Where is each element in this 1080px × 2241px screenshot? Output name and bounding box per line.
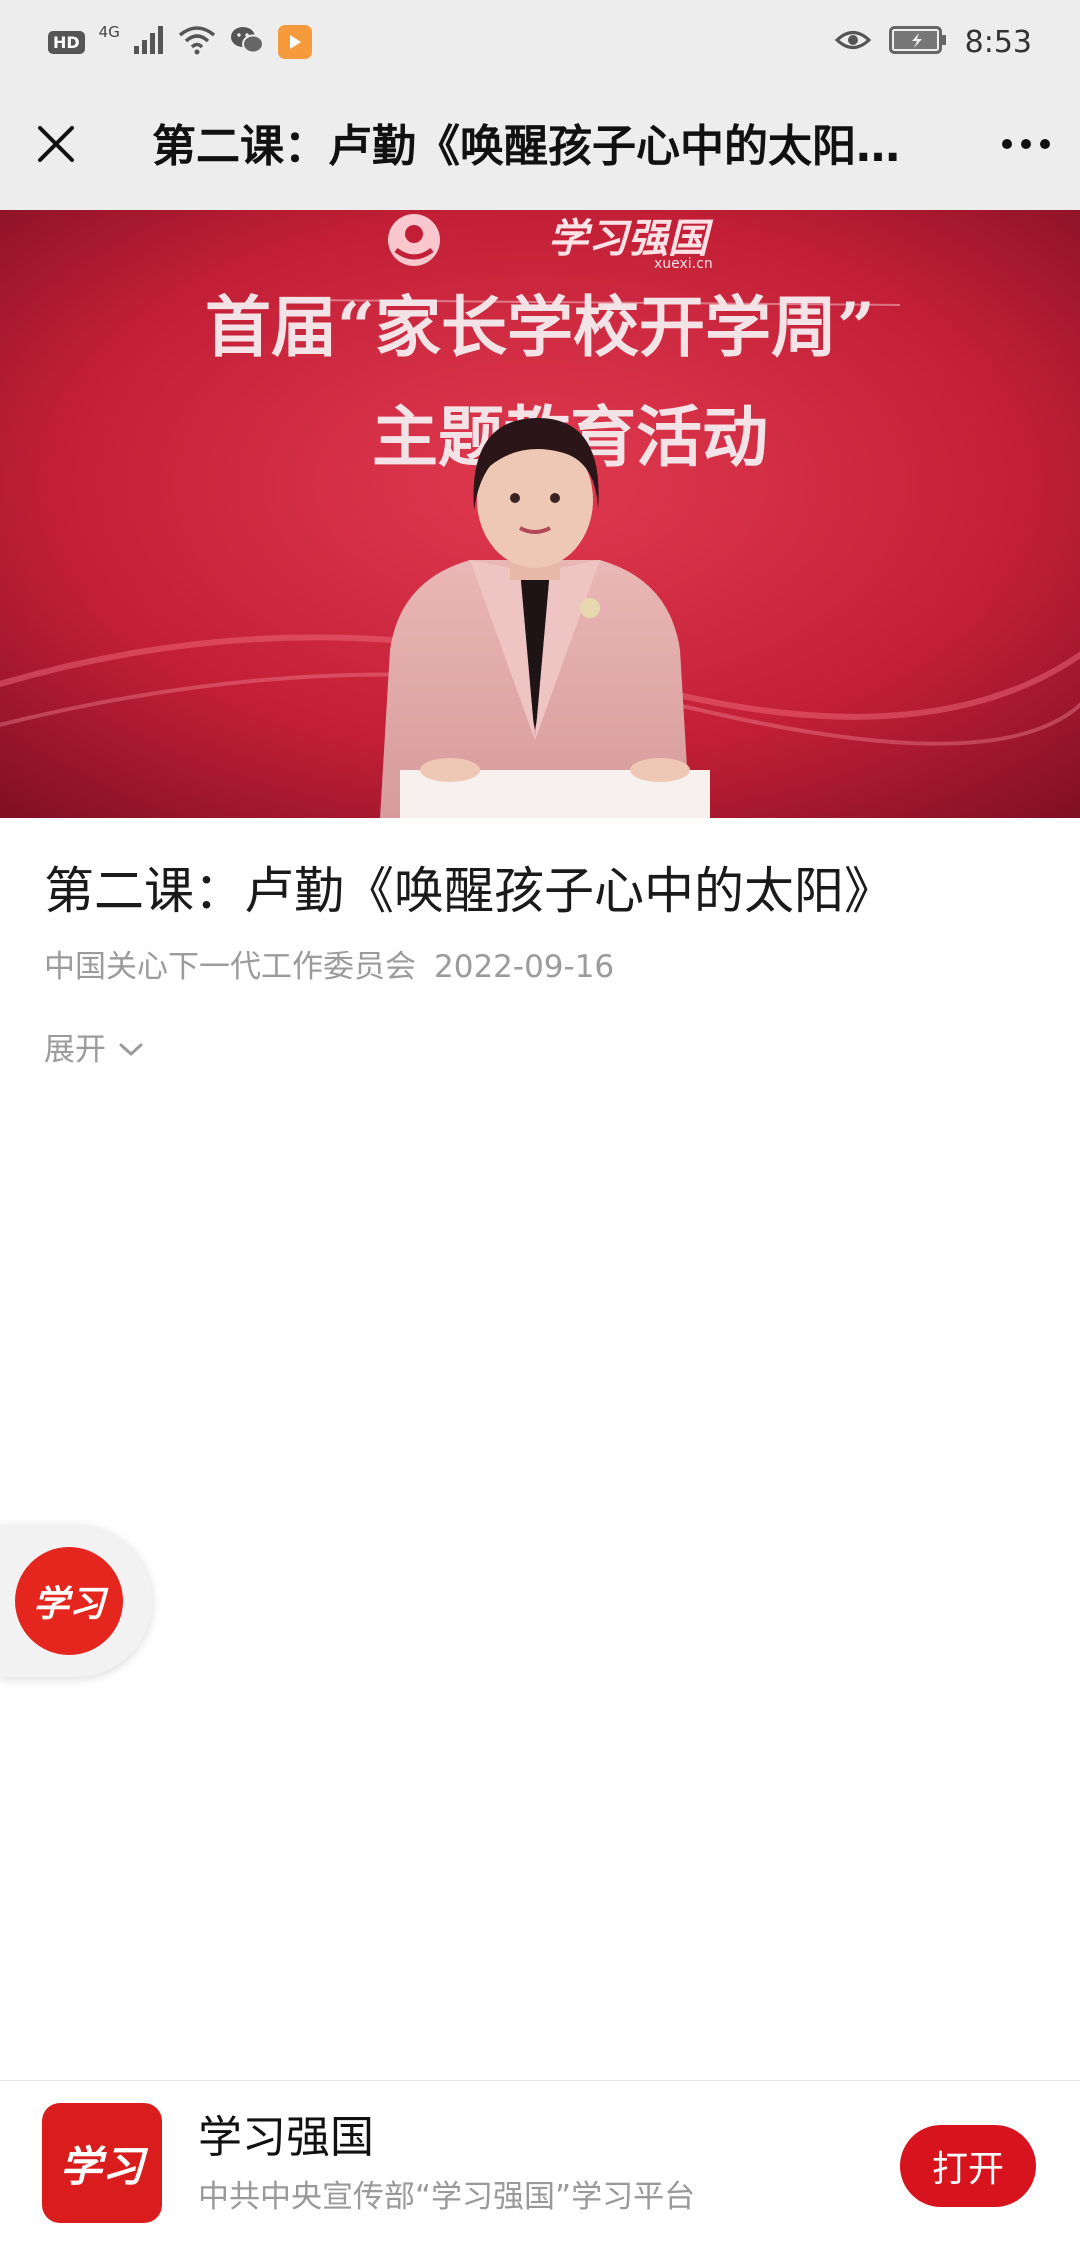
app-logo-icon: 学习 — [42, 2103, 162, 2223]
hd-badge: HD — [48, 30, 85, 54]
xuexi-logo-icon: 学习 — [15, 1547, 123, 1655]
signal-icon — [133, 26, 164, 58]
clock: 8:53 — [964, 24, 1032, 60]
more-icon — [1002, 139, 1050, 149]
open-app-button[interactable]: 打开 — [900, 2125, 1036, 2207]
article-meta: 中国关心下一代工作委员会 2022-09-16 — [44, 945, 614, 989]
battery-icon — [888, 26, 947, 58]
wifi-icon — [178, 25, 216, 59]
close-icon — [38, 126, 74, 162]
app-name: 学习强国 — [198, 2112, 374, 2163]
status-right-icons: 8:53 — [834, 22, 1032, 62]
more-options-button[interactable] — [996, 114, 1056, 174]
app-download-banner: 学习 学习强国 中共中央宣传部“学习强国”学习平台 打开 — [0, 2080, 1080, 2241]
banner-line-1: 首届“家长学校开学周” — [205, 288, 875, 366]
expand-label: 展开 — [44, 1032, 106, 1068]
status-left-icons: HD 4G — [48, 22, 312, 62]
video-player[interactable]: 学习强国 xuexi.cn 首届“家长学校开学周” 主题教育活动 — [0, 210, 1080, 818]
chevron-down-icon — [119, 1043, 143, 1057]
emblem-icon — [388, 214, 440, 266]
app-description: 中共中央宣传部“学习强国”学习平台 — [198, 2179, 696, 2215]
site-logo: 学习强国 — [548, 215, 714, 262]
floating-app-button[interactable]: 学习 — [0, 1525, 152, 1677]
expand-button[interactable]: 展开 — [44, 1028, 144, 1072]
wechat-icon — [230, 25, 264, 59]
network-type-label: 4G — [98, 23, 120, 41]
nav-bar: 第二课：卢勤《唤醒孩子心中的太阳… — [0, 84, 1080, 210]
video-app-icon — [277, 25, 312, 59]
eye-icon — [834, 27, 871, 57]
close-button[interactable] — [26, 114, 86, 174]
status-bar: HD 4G 8:53 — [0, 0, 1080, 84]
video-frame: 学习强国 xuexi.cn 首届“家长学校开学周” 主题教育活动 — [0, 210, 1080, 818]
site-url: xuexi.cn — [654, 256, 713, 272]
article-source[interactable]: 中国关心下一代工作委员会 — [44, 949, 416, 985]
page-title: 第二课：卢勤《唤醒孩子心中的太阳… — [152, 121, 900, 172]
article-title: 第二课：卢勤《唤醒孩子心中的太阳》 — [44, 862, 894, 920]
article-date: 2022-09-16 — [434, 949, 615, 985]
